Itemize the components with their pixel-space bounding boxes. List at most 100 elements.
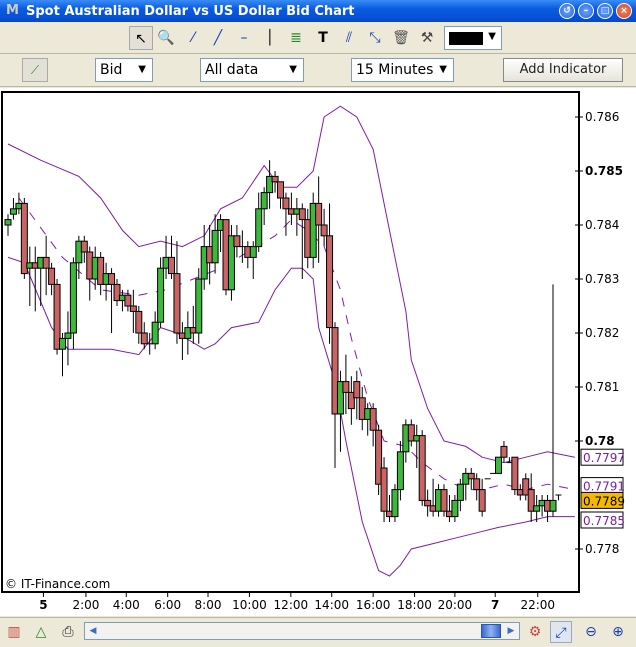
close-button[interactable]: × [616, 3, 632, 19]
candle-up [151, 321, 159, 345]
candle-up [260, 192, 268, 210]
y-tick-label: 0.785 [585, 164, 623, 178]
text-icon[interactable]: T [311, 26, 335, 50]
candle-down [48, 267, 56, 285]
candle-down [369, 408, 377, 431]
candle-up [533, 505, 541, 512]
help-button[interactable]: ↺ [559, 3, 575, 19]
y-tick-label: 0.778 [585, 542, 619, 556]
price-type-value: Bid [100, 62, 123, 78]
candle-down [353, 381, 361, 399]
candle-down [108, 273, 116, 285]
print-icon[interactable]: ⎙ [57, 621, 79, 643]
candle-down [168, 256, 175, 275]
candle-down [418, 435, 426, 501]
indicator-chart-icon[interactable]: ⟋ [22, 58, 48, 82]
fibonacci-icon[interactable]: ≣ [284, 26, 308, 50]
candle-down [233, 235, 241, 248]
candle-down [467, 472, 475, 480]
x-tick-label: 8:00 [195, 598, 222, 612]
x-tick-label: 20:00 [438, 598, 473, 612]
scroll-thumb[interactable] [481, 624, 501, 638]
chart-settings-icon[interactable]: ⚙ [524, 621, 546, 643]
candle-up [157, 267, 165, 323]
x-tick-label: 10:00 [232, 598, 267, 612]
candle-down [473, 478, 481, 491]
interval-value: 15 Minutes [356, 62, 434, 78]
candle-up [64, 332, 72, 339]
chart-area[interactable]: 0.786 0.785 0.784 0.783 0.782 0.781 0.78 0.778 5… [0, 88, 636, 616]
compare-icon[interactable]: △ [30, 621, 52, 643]
candle-down [140, 332, 148, 345]
price-label-lower: 0.7785 [583, 514, 625, 528]
minimize-button[interactable]: – [578, 3, 594, 19]
candle-down [173, 273, 181, 334]
chart-controls-toolbar: ⟋ Bid ▼ All data ▼ 15 Minutes ▼ Add Indi… [0, 55, 636, 87]
color-picker[interactable]: ▼ [444, 26, 502, 50]
candle-up [211, 229, 219, 264]
zoom-in-icon[interactable]: ⊕ [607, 621, 629, 643]
candle-down [277, 181, 284, 199]
x-tick-label: 16:00 [356, 598, 391, 612]
x-tick-label: 12:00 [274, 598, 309, 612]
candle-up [249, 246, 257, 258]
candle-down [80, 240, 88, 253]
candle-up [456, 483, 464, 501]
zoom-in-icon[interactable]: 🔍 [154, 26, 178, 50]
y-tick-label: 0.78 [585, 434, 615, 448]
maximize-button[interactable]: □ [597, 3, 613, 19]
tools-icon[interactable]: ⚒ [415, 26, 439, 50]
price-type-select[interactable]: Bid ▼ [95, 58, 153, 82]
candle-down [500, 445, 508, 458]
scroll-left-button[interactable]: ◀ [85, 623, 101, 639]
candle-down [342, 381, 350, 393]
candle-down [478, 489, 486, 512]
chart-scrollbar[interactable]: ◀ ▶ [84, 622, 520, 640]
candle-up [391, 489, 399, 518]
price-label-middle: 0.7791 [583, 480, 625, 494]
candle-up [59, 337, 66, 350]
candle-up [451, 499, 459, 518]
y-tick-label: 0.782 [585, 326, 619, 340]
copyright-text: © IT-Finance.com [5, 577, 110, 591]
vertical-line-icon[interactable]: │ [258, 26, 282, 50]
candle-down [440, 489, 448, 512]
x-tick-label: 22:00 [520, 598, 555, 612]
candlestick-chart[interactable]: 0.7860.7850.7840.7830.7820.7810.780.7785… [0, 88, 636, 616]
candle-down [380, 467, 388, 512]
candle-down [326, 235, 334, 329]
x-tick-label: 4:00 [113, 598, 140, 612]
range-select[interactable]: All data ▼ [200, 58, 304, 82]
add-indicator-button[interactable]: Add Indicator [503, 58, 623, 82]
candle-up [9, 208, 17, 215]
candle-up [549, 499, 557, 512]
candle-up [255, 208, 263, 248]
candle-type-icon[interactable]: ▥ [3, 621, 25, 643]
trend-line-icon[interactable]: ╱ [206, 26, 230, 50]
chevron-down-icon: ▼ [439, 64, 447, 75]
trash-icon[interactable]: 🗑 [389, 26, 413, 50]
zoom-out-icon[interactable]: ⊖ [580, 621, 602, 643]
line-icon[interactable]: ⁄ [181, 26, 205, 50]
pointer-icon[interactable]: ↖ [129, 26, 153, 50]
candle-up [495, 456, 502, 474]
interval-select[interactable]: 15 Minutes ▼ [351, 58, 454, 82]
parallel-lines-icon[interactable]: ⫽ [337, 26, 361, 50]
range-value: All data [205, 62, 259, 78]
x-tick-label: 2:00 [72, 598, 99, 612]
scroll-right-button[interactable]: ▶ [503, 623, 519, 639]
y-tick-label: 0.781 [585, 380, 619, 394]
auto-scale-icon[interactable]: ⤢ [550, 621, 572, 643]
y-tick-label: 0.784 [585, 218, 619, 232]
price-label-upper: 0.7797 [583, 451, 625, 465]
horizontal-line-icon[interactable]: –×– [232, 26, 256, 70]
candle-down [315, 202, 323, 226]
channel-icon[interactable]: ⤡ [363, 26, 387, 50]
chevron-down-icon: ▼ [138, 64, 146, 75]
plot-frame [1, 91, 580, 593]
bottom-toolbar: ▥ △ ⎙ ◀ ▶ ⚙ ⤢ ⊖ ⊕ [0, 617, 636, 647]
price-label-last: 0.7789 [583, 494, 625, 508]
x-tick-label: 14:00 [314, 598, 349, 612]
y-tick-label: 0.783 [585, 272, 619, 286]
chevron-down-icon: ▼ [488, 31, 496, 42]
